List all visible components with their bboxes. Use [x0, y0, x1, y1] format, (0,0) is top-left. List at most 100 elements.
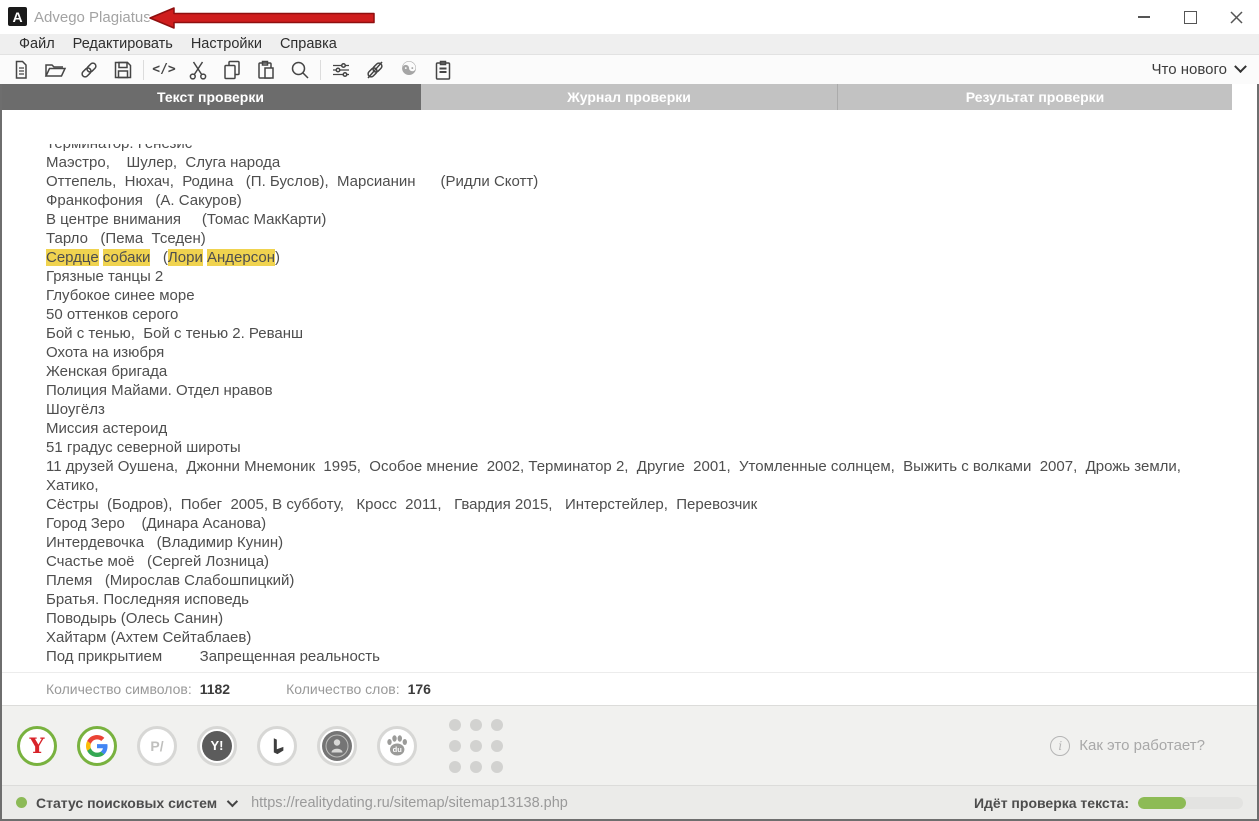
- minimize-button[interactable]: [1121, 0, 1167, 34]
- tab-check-text[interactable]: Текст проверки: [0, 84, 421, 110]
- text-line: Оттепель, Нюхач, Родина (П. Буслов), Мар…: [46, 173, 539, 190]
- info-icon: i: [1050, 735, 1071, 756]
- chevron-down-icon: [1234, 60, 1247, 74]
- how-it-works-link[interactable]: i Как это работает?: [1050, 735, 1205, 756]
- chevron-down-icon[interactable]: [226, 795, 239, 807]
- whats-new-button[interactable]: Что нового: [1151, 60, 1247, 78]
- tab-check-log[interactable]: Журнал проверки: [421, 84, 837, 110]
- text-line: Глубокое синее море: [46, 287, 195, 304]
- app-window: A Advego Plagiatus 3.0.13 Файл Редактиро…: [0, 0, 1259, 821]
- yandex-icon: Y: [29, 733, 45, 758]
- text-line: Охота на изюбря: [46, 344, 165, 361]
- progress-label: Идёт проверка текста:: [973, 794, 1129, 811]
- engine-p-button[interactable]: P/: [137, 725, 177, 766]
- text-line: Грязные танцы 2: [46, 268, 164, 285]
- maximize-button[interactable]: [1167, 0, 1213, 34]
- progress-area: Идёт проверка текста:: [974, 795, 1243, 811]
- search-engines-status-label[interactable]: Статус поисковых систем: [36, 795, 217, 811]
- report-clipboard-icon[interactable]: [426, 57, 460, 83]
- engine-google-button[interactable]: [77, 725, 117, 766]
- words-count-value: 176: [407, 681, 431, 697]
- paste-icon[interactable]: [249, 57, 283, 83]
- check-text-editor[interactable]: Терминатор: ГенезисМаэстро, Шулер, Слуга…: [2, 110, 1257, 672]
- text-line: Под прикрытием Запрещенная реальность: [46, 648, 380, 665]
- tab-bar: Текст проверки Журнал проверки Результат…: [0, 84, 1259, 110]
- status-green-dot-icon: [16, 797, 27, 808]
- copy-icon[interactable]: [215, 57, 249, 83]
- text-line: Маэстро, Шулер, Слуга народа: [46, 154, 281, 171]
- menu-settings[interactable]: Настройки: [182, 36, 271, 52]
- title-bar: A Advego Plagiatus 3.0.13: [0, 0, 1259, 34]
- toolbar-separator: [320, 59, 321, 80]
- text-line: Племя (Мирослав Слабошпицкий): [46, 572, 295, 589]
- text-line: Город Зеро (Динара Асанова): [46, 515, 267, 532]
- text-line: 50 оттенков серого: [46, 306, 179, 323]
- text-line: Хайтарм (Ахтем Сейтаблаев): [46, 629, 252, 646]
- text-line: Терминатор: Генезис: [46, 144, 1231, 153]
- save-icon[interactable]: [106, 57, 140, 83]
- text-line: Полиция Майами. Отдел нравов: [46, 382, 273, 399]
- yahoo-icon: Y!: [202, 730, 232, 761]
- text-line: 11 друзей Оушена, Джонни Мнемоник 1995, …: [46, 458, 1186, 494]
- text-line: Тарло (Пема Тседен): [46, 230, 206, 247]
- toolbar-separator: [143, 59, 144, 80]
- checked-url: https://realitydating.ru/sitemap/sitemap…: [251, 794, 568, 811]
- link-icon[interactable]: [72, 57, 106, 83]
- profile-coin-icon: [325, 734, 349, 757]
- open-file-icon[interactable]: [38, 57, 72, 83]
- text-line: Сёстры (Бодров), Побег 2005, В субботу, …: [46, 496, 758, 513]
- text-line: Поводырь (Олесь Санин): [46, 610, 224, 627]
- engine-baidu-button[interactable]: du: [377, 725, 417, 766]
- menu-bar: Файл Редактировать Настройки Справка: [0, 34, 1259, 55]
- svg-text:du: du: [393, 745, 403, 754]
- chars-count-value: 1182: [199, 681, 231, 697]
- engine-yahoo-button[interactable]: Y!: [197, 725, 237, 766]
- progress-bar: [1138, 796, 1243, 809]
- menu-file[interactable]: Файл: [10, 36, 64, 52]
- text-line: Интердевочка (Владимир Кунин): [46, 534, 284, 551]
- text-line: Франкофония (А. Сакуров): [46, 192, 242, 209]
- app-logo-icon: A: [8, 7, 27, 26]
- whats-new-label: Что нового: [1151, 61, 1227, 78]
- text-line: Бой с тенью, Бой с тенью 2. Реванш: [46, 325, 304, 342]
- tab-filler: [1232, 84, 1259, 110]
- red-arrow-annotation: [147, 5, 377, 31]
- window-controls: [1121, 0, 1259, 34]
- more-engines-grid-icon[interactable]: [449, 718, 503, 773]
- toolbar: </> ☯ Что нового: [0, 55, 1259, 84]
- text-line: Миссия астероид: [46, 420, 168, 437]
- text-content: Терминатор: ГенезисМаэстро, Шулер, Слуга…: [2, 144, 1257, 666]
- text-line: Братья. Последняя исповедь: [46, 591, 249, 608]
- bing-icon: [273, 737, 284, 754]
- cut-icon[interactable]: [181, 57, 215, 83]
- baidu-paw-icon: du: [387, 734, 407, 755]
- unlink-icon[interactable]: [358, 57, 392, 83]
- menu-help[interactable]: Справка: [271, 36, 346, 52]
- close-button[interactable]: [1213, 0, 1259, 34]
- yinyang-icon[interactable]: ☯: [392, 57, 426, 83]
- text-line: Счастье моё (Сергей Лозница): [46, 553, 270, 570]
- text-line: Женская бригада: [46, 363, 168, 380]
- engine-bing-button[interactable]: [257, 725, 297, 766]
- progress-fill: [1138, 796, 1187, 809]
- google-icon: [86, 734, 108, 757]
- text-line: В центре внимания (Томас МакКарти): [46, 211, 327, 228]
- status-bar: Статус поисковых систем https://realityd…: [2, 785, 1257, 819]
- engine-yandex-button[interactable]: Y: [17, 725, 57, 766]
- code-icon[interactable]: </>: [147, 57, 181, 83]
- search-engines-panel: Y P/ Y! du i Как это работает?: [2, 705, 1257, 785]
- counters-row: Количество символов: 1182 Количество сло…: [2, 672, 1257, 705]
- text-line: 51 градус северной широты: [46, 439, 241, 456]
- filters-icon[interactable]: [324, 57, 358, 83]
- engine-profile-coin-button[interactable]: [317, 725, 357, 766]
- text-line: Шоугёлз: [46, 401, 105, 418]
- how-it-works-label: Как это работает?: [1079, 737, 1205, 754]
- tab-check-result[interactable]: Результат проверки: [838, 84, 1232, 110]
- text-line: Сердце собаки (Лори Андерсон): [46, 249, 281, 266]
- menu-edit[interactable]: Редактировать: [64, 36, 182, 52]
- new-document-icon[interactable]: [4, 57, 38, 83]
- chars-count-label: Количество символов:: [46, 681, 192, 697]
- text-viewport: Терминатор: ГенезисМаэстро, Шулер, Слуга…: [2, 144, 1257, 672]
- search-icon[interactable]: [283, 57, 317, 83]
- words-count-label: Количество слов:: [286, 681, 400, 697]
